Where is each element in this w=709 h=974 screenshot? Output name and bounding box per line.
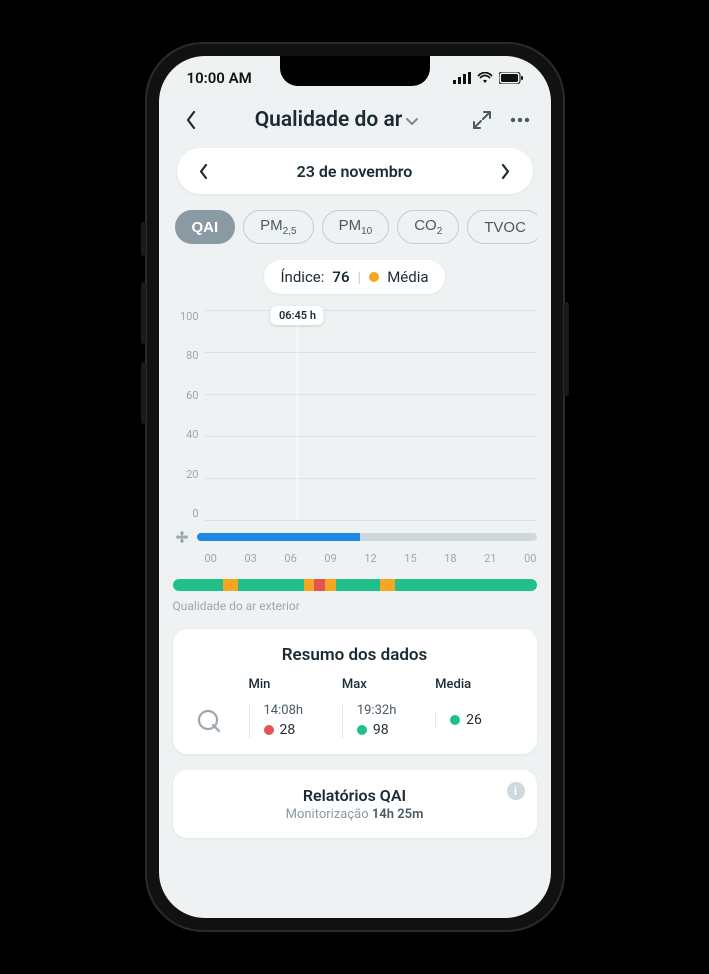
chip-co2[interactable]: CO2 [397,210,459,244]
chevron-down-icon [406,111,418,130]
reports-subtitle: Monitorização 14h 25m [286,807,424,822]
index-quality-label: Média [387,268,428,286]
signal-icon [453,72,471,84]
summary-card: Resumo dos dados Min Max Media 14:08h 28… [173,629,537,754]
wifi-icon [477,72,493,84]
reports-title: Relatórios QAI [303,786,406,805]
metric-chips: QAIPM2,5 PM10CO2TVOC [173,210,537,244]
fan-activity-track [197,533,537,541]
summary-max-time: 19:32h [357,703,425,718]
summary-col-min: Min [249,677,332,692]
date-label: 23 de novembro [297,162,413,181]
chart-tooltip: 06:45 h [271,306,324,325]
summary-min-value: 28 [280,722,296,738]
chart-cursor-line [297,324,298,520]
quality-dot-icon [369,272,379,282]
more-button[interactable] [507,107,533,133]
air-quality-chart[interactable]: 100806040200 06:45 h [173,310,537,565]
prev-day-button[interactable] [193,160,215,182]
chip-tvoc[interactable]: TVOC [467,210,536,244]
index-badge: Índice: 76 | Média [264,260,444,294]
dot-icon [450,715,460,725]
outdoor-quality-strip: Qualidade do ar exterior [173,579,537,613]
date-picker: 23 de novembro [177,148,533,194]
index-value: 76 [332,268,349,286]
index-prefix: Índice: [280,268,324,286]
expand-button[interactable] [469,107,495,133]
chip-qai[interactable]: QAI [175,210,236,244]
screen-title: Qualidade do ar [255,108,403,132]
chip-pm10[interactable]: PM10 [322,210,390,244]
qai-metric-icon [191,702,227,738]
back-button[interactable] [177,106,205,134]
reports-card[interactable]: i Relatórios QAI Monitorização 14h 25m [173,770,537,838]
next-day-button[interactable] [495,160,517,182]
summary-col-max: Max [342,677,425,692]
summary-media-value: 26 [466,712,482,728]
summary-title: Resumo dos dados [191,645,519,665]
summary-min-time: 14:08h [264,703,332,718]
summary-max-value: 98 [373,722,389,738]
info-icon[interactable]: i [507,782,525,800]
summary-col-media: Media [435,677,518,692]
chip-pm2,5[interactable]: PM2,5 [243,210,313,244]
battery-icon [499,72,523,84]
status-time: 10:00 AM [187,69,252,87]
phone-notch [280,56,430,86]
fan-icon [173,528,191,546]
screen-title-dropdown[interactable]: Qualidade do ar [211,108,463,132]
dot-icon [357,725,367,735]
dot-icon [264,725,274,735]
outdoor-label: Qualidade do ar exterior [173,599,537,613]
